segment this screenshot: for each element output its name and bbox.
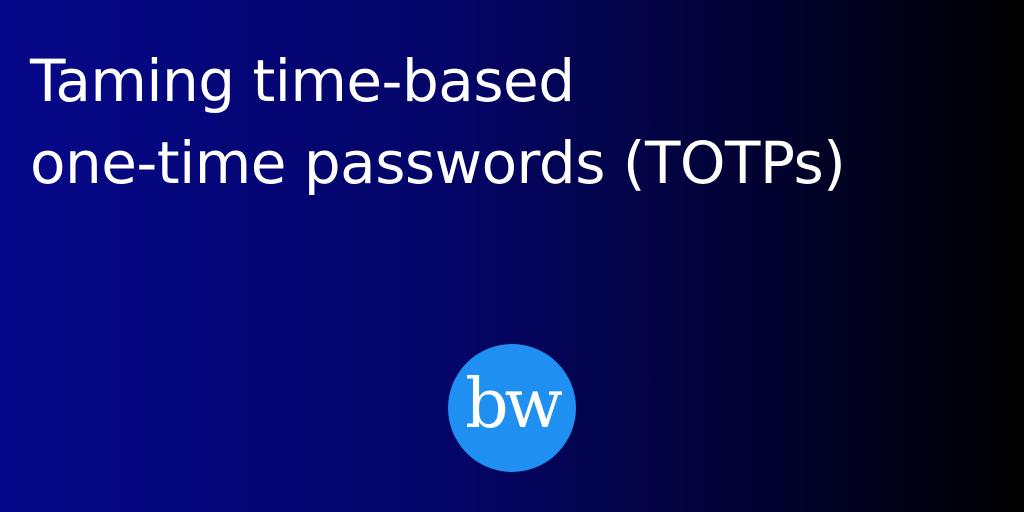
page-title: Taming time-based one-time passwords (TO…: [30, 40, 846, 204]
banner: Taming time-based one-time passwords (TO…: [0, 0, 1024, 512]
title-line-1: Taming time-based: [30, 47, 575, 115]
bw-logo: bw: [448, 344, 576, 472]
title-line-2: one-time passwords (TOTPs): [30, 129, 846, 197]
logo-text: bw: [465, 365, 563, 444]
